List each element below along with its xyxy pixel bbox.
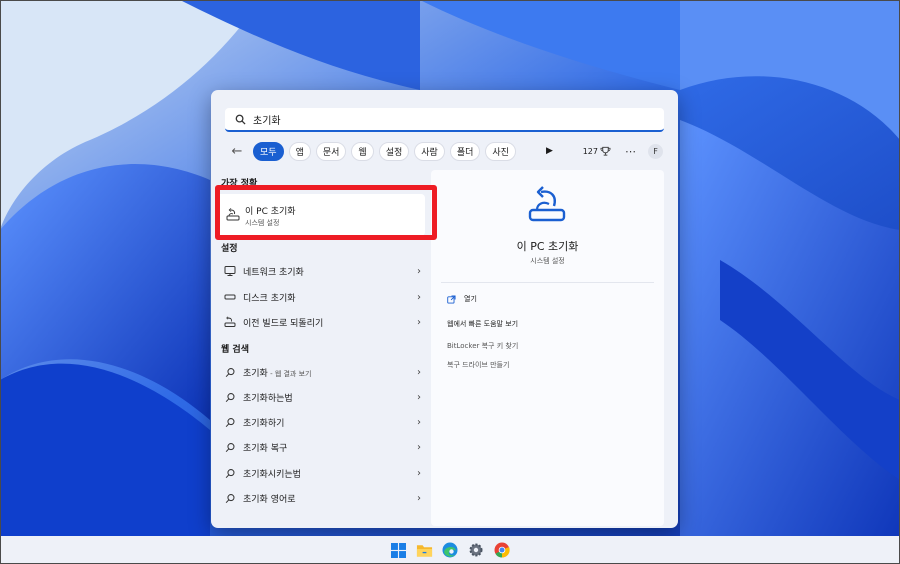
chevron-right-icon: › xyxy=(417,492,421,504)
search-box[interactable]: 초기화 xyxy=(225,108,664,132)
file-explorer-icon[interactable] xyxy=(414,540,434,560)
play-more-filters-icon[interactable]: ▶ xyxy=(546,146,553,156)
rewards-count[interactable]: 127 xyxy=(583,146,611,156)
filter-chip-documents[interactable]: 문서 xyxy=(315,141,347,161)
back-arrow-icon[interactable]: ← xyxy=(229,143,245,159)
network-icon xyxy=(223,264,237,278)
chevron-right-icon: › xyxy=(417,316,421,328)
reset-pc-icon xyxy=(528,186,566,222)
chevron-right-icon: › xyxy=(417,467,421,479)
search-input[interactable]: 초기화 xyxy=(253,112,281,127)
filter-chip-apps[interactable]: 앱 xyxy=(288,141,311,161)
chrome-icon[interactable] xyxy=(492,540,512,560)
web-result-label: 초기화 영어로 xyxy=(243,494,296,505)
settings-heading: 설정 xyxy=(221,244,238,254)
web-result-item[interactable]: 초기화하기 › xyxy=(223,410,421,434)
filter-chip-people[interactable]: 사람 xyxy=(414,141,445,161)
web-result-query: 초기화 xyxy=(243,368,268,379)
taskbar xyxy=(0,536,900,564)
rewards-count-value: 127 xyxy=(582,146,598,156)
web-help-action[interactable]: 웹에서 빠른 도움말 보기 xyxy=(447,319,518,329)
divider xyxy=(441,282,654,283)
search-panel: 초기화 ← 모두 앱 문서 웹 설정 사람 폴더 사진 ▶ 127 ⋯ F 가장… xyxy=(211,90,678,528)
web-result-item[interactable]: 초기화하는법 › xyxy=(223,385,421,409)
start-icon[interactable] xyxy=(388,540,408,560)
recovery-icon xyxy=(223,315,237,329)
open-action[interactable]: 열기 xyxy=(447,294,477,304)
web-result-label: 초기화하기 xyxy=(243,418,285,429)
result-preview-pane: 이 PC 초기화 시스템 설정 열기 웹에서 빠른 도움말 보기 BitLock… xyxy=(431,170,664,526)
settings-item-go-back[interactable]: 이전 빌드로 되돌리기 › xyxy=(223,310,421,334)
search-icon xyxy=(223,440,237,454)
settings-item-label: 디스크 초기화 xyxy=(243,293,296,304)
chevron-right-icon: › xyxy=(417,391,421,403)
web-result-item[interactable]: 초기화 복구 › xyxy=(223,435,421,459)
edge-icon[interactable] xyxy=(440,540,460,560)
search-icon xyxy=(223,415,237,429)
open-action-label: 열기 xyxy=(464,295,477,303)
filter-chip-folders[interactable]: 폴더 xyxy=(449,141,481,161)
chevron-right-icon: › xyxy=(417,416,421,428)
web-search-heading: 웹 검색 xyxy=(221,345,249,355)
web-result-label: 초기화시키는법 xyxy=(243,469,301,480)
search-icon xyxy=(223,466,237,480)
filter-bar: ← 모두 앱 문서 웹 설정 사람 폴더 사진 ▶ 127 ⋯ F xyxy=(229,140,663,162)
web-result-label: 초기화 복구 xyxy=(243,443,288,454)
settings-item-label: 이전 빌드로 되돌리기 xyxy=(243,318,324,329)
web-result-item[interactable]: 초기화시키는법 › xyxy=(223,461,421,485)
chevron-right-icon: › xyxy=(417,265,421,277)
more-options-icon[interactable]: ⋯ xyxy=(625,145,636,158)
chevron-right-icon: › xyxy=(417,291,421,303)
search-icon xyxy=(233,112,247,126)
filter-chip-all[interactable]: 모두 xyxy=(253,141,284,161)
settings-item-label: 네트워크 초기화 xyxy=(243,267,304,278)
filter-chip-photos[interactable]: 사진 xyxy=(485,141,516,161)
chevron-right-icon: › xyxy=(417,366,421,378)
filter-chip-web[interactable]: 웹 xyxy=(351,141,374,161)
settings-item-disk-reset[interactable]: 디스크 초기화 › xyxy=(223,285,421,309)
account-avatar[interactable]: F xyxy=(648,143,663,159)
settings-icon[interactable] xyxy=(466,540,486,560)
preview-subtitle: 시스템 설정 xyxy=(530,257,565,265)
open-external-icon xyxy=(447,294,456,304)
bitlocker-key-action[interactable]: BitLocker 복구 키 찾기 xyxy=(447,341,518,351)
chevron-right-icon: › xyxy=(417,441,421,453)
trophy-icon xyxy=(600,146,611,156)
web-result-item[interactable]: 초기화 - 웹 결과 보기 › xyxy=(223,360,421,384)
settings-item-network-reset[interactable]: 네트워크 초기화 › xyxy=(223,259,421,283)
highlight-box xyxy=(215,185,437,240)
search-icon xyxy=(223,491,237,505)
disk-icon xyxy=(223,290,237,304)
web-result-label: 초기화 - 웹 결과 보기 xyxy=(243,366,311,379)
web-result-suffix: - 웹 결과 보기 xyxy=(267,369,312,378)
web-result-item[interactable]: 초기화 영어로 › xyxy=(223,486,421,510)
filter-chip-settings[interactable]: 설정 xyxy=(378,141,410,161)
search-icon xyxy=(223,390,237,404)
preview-title: 이 PC 초기화 xyxy=(516,240,579,253)
web-result-label: 초기화하는법 xyxy=(243,393,293,404)
recovery-drive-action[interactable]: 복구 드라이브 만들기 xyxy=(447,360,509,370)
search-icon xyxy=(223,365,237,379)
